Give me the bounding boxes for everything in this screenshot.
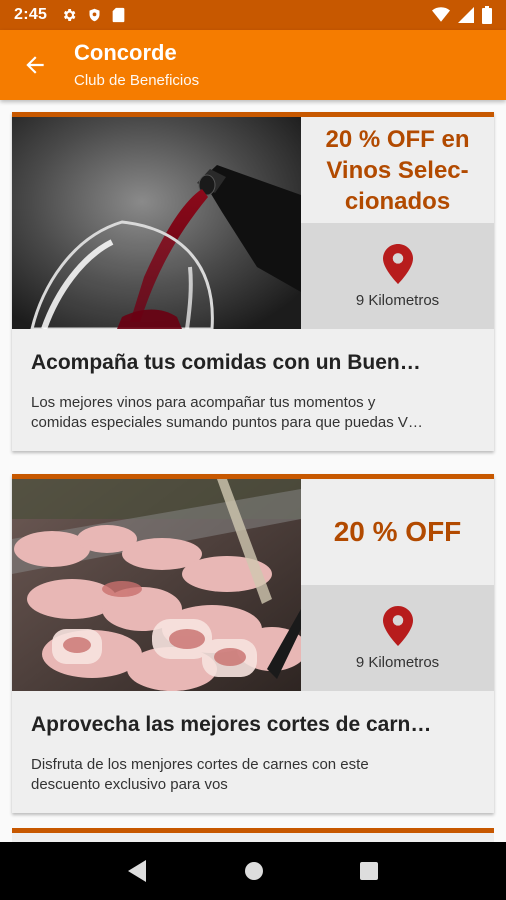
wifi-icon bbox=[432, 7, 450, 22]
shield-icon bbox=[89, 8, 100, 22]
status-bar: 2:45 bbox=[0, 0, 506, 30]
navigation-bar bbox=[0, 842, 506, 900]
home-nav-icon[interactable] bbox=[244, 861, 264, 881]
status-time: 2:45 bbox=[14, 6, 48, 23]
desc-line: Disfruta de los menjores cortes de carne… bbox=[31, 756, 369, 773]
offer-label: 20 % OFF bbox=[301, 479, 494, 585]
offer-line: Vinos Selec- bbox=[326, 156, 469, 184]
app-bar: Concorde Club de Beneficios bbox=[0, 30, 506, 100]
distance-box: 9 Kilometros bbox=[301, 585, 494, 691]
wine-image bbox=[12, 117, 301, 329]
card-description: Los mejores vinos para acompañar tus mom… bbox=[31, 393, 475, 433]
benefit-card[interactable]: 20 % OFF en Vinos Selec- cionados 9 Kilo… bbox=[12, 112, 494, 451]
back-nav-icon[interactable] bbox=[128, 860, 148, 882]
app-subtitle: Club de Beneficios bbox=[74, 72, 200, 89]
meat-image bbox=[12, 479, 301, 691]
card-title: Aprovecha las mejores cortes de carn… bbox=[31, 713, 432, 736]
next-card-edge bbox=[12, 828, 494, 842]
location-pin-icon bbox=[382, 605, 413, 646]
distance-text: 9 Kilometros bbox=[355, 291, 440, 309]
settings-icon bbox=[64, 9, 76, 21]
offer-label: 20 % OFF en Vinos Selec- cionados bbox=[301, 117, 494, 223]
battery-icon bbox=[482, 6, 492, 24]
benefits-list[interactable]: 20 % OFF en Vinos Selec- cionados 9 Kilo… bbox=[0, 100, 506, 842]
location-pin-icon bbox=[382, 243, 413, 284]
signal-icon bbox=[458, 7, 474, 23]
distance-text: 9 Kilometros bbox=[355, 653, 440, 671]
card-description: Disfruta de los menjores cortes de carne… bbox=[31, 755, 475, 795]
recents-nav-icon[interactable] bbox=[360, 862, 378, 880]
benefit-card[interactable]: 20 % OFF 9 Kilometros Aprovecha las mejo… bbox=[12, 474, 494, 813]
app-title: Concorde bbox=[74, 40, 177, 65]
sd-card-icon bbox=[112, 7, 125, 23]
card-title: Acompaña tus comidas con un Buen… bbox=[31, 351, 421, 374]
desc-line: comidas especiales sumando puntos para q… bbox=[31, 414, 423, 431]
offer-line: 20 % OFF en bbox=[325, 125, 470, 153]
offer-line: 20 % OFF bbox=[333, 516, 462, 547]
desc-line: descuento exclusivo para vos bbox=[31, 776, 228, 793]
distance-box: 9 Kilometros bbox=[301, 223, 494, 329]
offer-line: cionados bbox=[344, 187, 451, 215]
desc-line: Los mejores vinos para acompañar tus mom… bbox=[31, 394, 376, 411]
back-arrow-icon[interactable] bbox=[22, 52, 48, 78]
